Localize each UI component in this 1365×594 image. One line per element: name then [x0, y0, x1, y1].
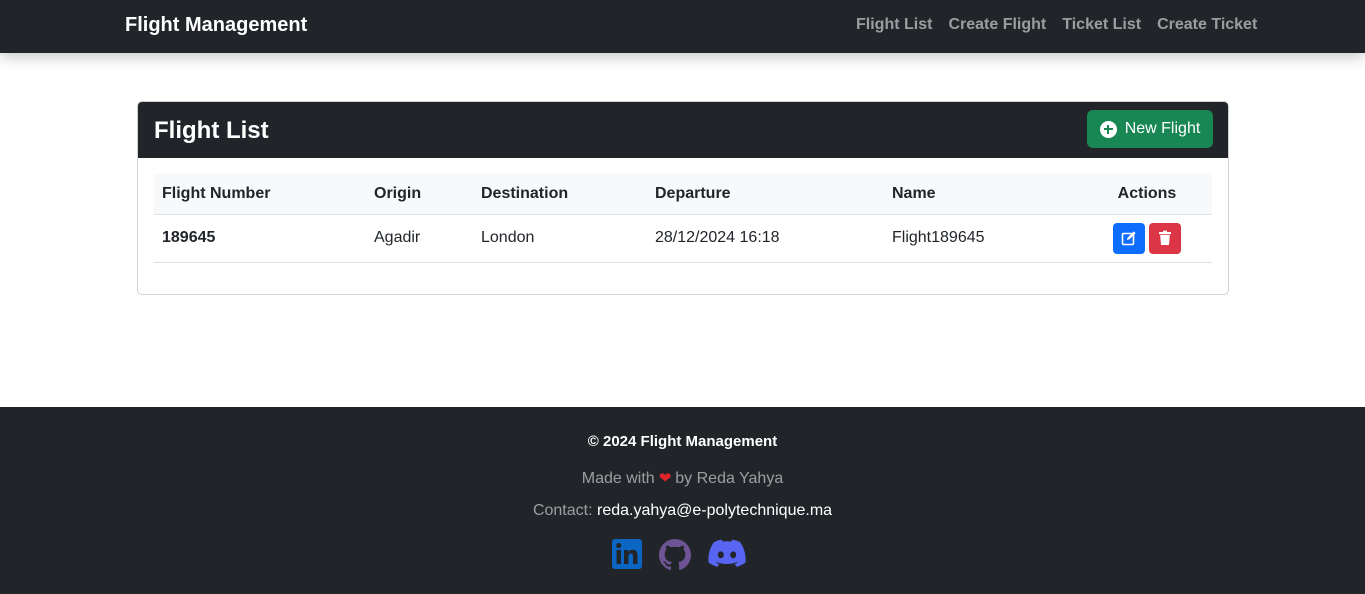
footer-made-with: Made with ❤ by Reda Yahya — [0, 469, 1365, 488]
footer-contact: Contact: reda.yahya@e-polytechnique.ma — [0, 502, 1365, 520]
plus-circle-icon — [1099, 120, 1117, 138]
nav-link-ticket-list[interactable]: Ticket List — [1062, 16, 1141, 34]
social-links — [612, 538, 746, 575]
column-header-departure: Departure — [647, 174, 884, 215]
new-flight-button[interactable]: New Flight — [1087, 110, 1213, 148]
flight-list-card: Flight List New Flight Flight Number Ori… — [137, 101, 1229, 295]
cell-destination: London — [473, 214, 647, 263]
column-header-actions: Actions — [1082, 174, 1212, 215]
linkedin-icon[interactable] — [612, 539, 642, 574]
made-with-suffix: by Reda Yahya — [675, 470, 784, 487]
new-flight-label: New Flight — [1124, 120, 1201, 137]
cell-name: Flight189645 — [884, 214, 1082, 263]
nav-links: Flight List Create Flight Ticket List Cr… — [856, 16, 1257, 34]
edit-button[interactable] — [1113, 222, 1145, 254]
column-header-flight-number: Flight Number — [154, 174, 366, 215]
navbar: Flight Management Flight List Create Fli… — [0, 0, 1365, 53]
cell-departure: 28/12/2024 16:18 — [647, 214, 884, 263]
table-row: 189645 Agadir London 28/12/2024 16:18 Fl… — [154, 214, 1212, 263]
cell-flight-number: 189645 — [154, 214, 366, 263]
trash-icon — [1159, 230, 1171, 245]
column-header-name: Name — [884, 174, 1082, 215]
table-header-row: Flight Number Origin Destination Departu… — [154, 174, 1212, 215]
column-header-destination: Destination — [473, 174, 647, 215]
cell-origin: Agadir — [366, 214, 473, 263]
made-with-prefix: Made with — [581, 470, 655, 487]
column-header-origin: Origin — [366, 174, 473, 215]
github-icon[interactable] — [658, 538, 692, 575]
footer-copyright: © 2024 Flight Management — [587, 433, 778, 450]
contact-label: Contact: — [532, 502, 593, 519]
card-header: Flight List New Flight — [138, 102, 1228, 158]
nav-link-create-ticket[interactable]: Create Ticket — [1157, 16, 1257, 34]
nav-link-flight-list[interactable]: Flight List — [856, 16, 932, 34]
brand-link[interactable]: Flight Management — [125, 14, 307, 37]
delete-button[interactable] — [1149, 222, 1181, 254]
edit-icon — [1121, 230, 1136, 245]
heart-icon: ❤ — [658, 470, 672, 487]
cell-actions — [1082, 214, 1212, 263]
nav-link-create-flight[interactable]: Create Flight — [948, 16, 1046, 34]
flights-table: Flight Number Origin Destination Departu… — [154, 174, 1212, 263]
contact-email-link[interactable]: reda.yahya@e-polytechnique.ma — [597, 502, 832, 519]
footer: © 2024 Flight Management Made with ❤ by Re… — [0, 407, 1365, 594]
card-title: Flight List — [154, 117, 269, 144]
discord-icon[interactable] — [708, 539, 746, 574]
